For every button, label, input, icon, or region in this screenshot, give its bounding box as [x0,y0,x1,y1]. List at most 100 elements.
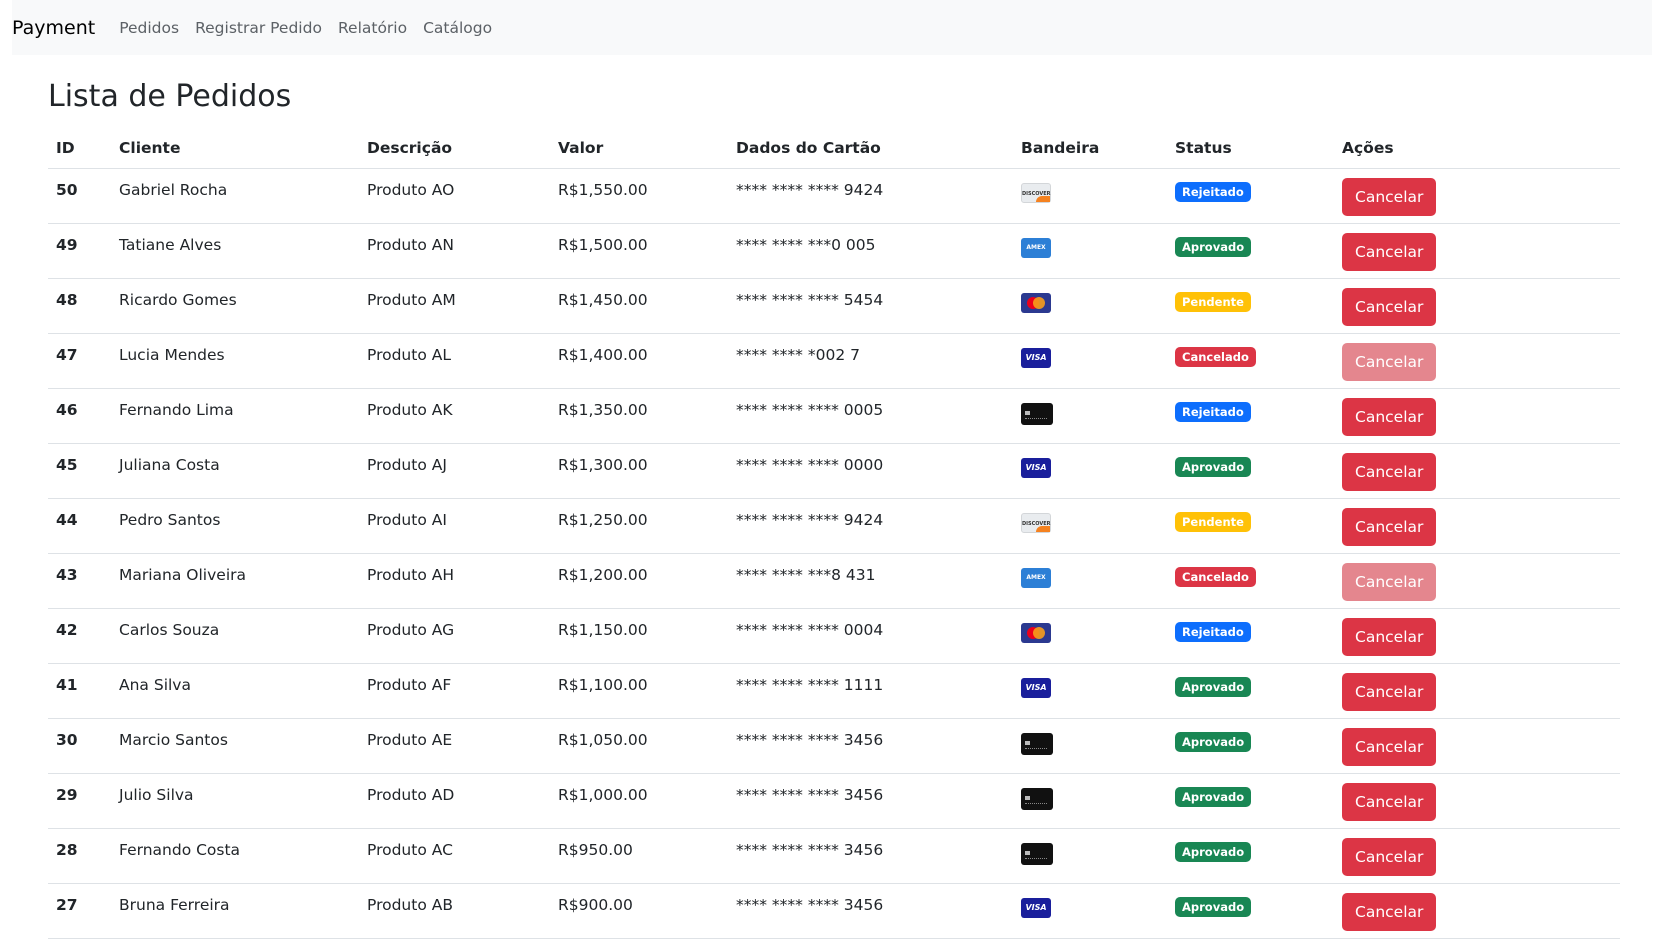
cell-id: 42 [48,608,111,664]
cell-valor: R$1,400.00 [550,333,728,389]
cell-cliente: Lucia Mendes [111,333,359,389]
cell-valor: R$1,350.00 [550,388,728,444]
brand-link[interactable]: Payment [12,17,95,39]
cell-acoes: Cancelar [1334,663,1620,719]
cell-id: 45 [48,443,111,499]
cell-cliente: Ana Silva [111,663,359,719]
cell-cliente: Mariana Oliveira [111,553,359,609]
cell-descricao: Produto AD [359,773,550,829]
main-container: Lista de Pedidos ID Cliente Descrição Va… [48,55,1620,939]
cell-status: Rejeitado [1167,168,1334,224]
cell-cliente: Fernando Lima [111,388,359,444]
cell-descricao: Produto AO [359,168,550,224]
cell-bandeira [1013,278,1167,334]
status-badge: Aprovado [1175,786,1252,807]
status-badge: Rejeitado [1175,181,1251,202]
table-row: 43 Mariana Oliveira Produto AH R$1,200.00 **… [48,553,1620,609]
cell-cartao: **** **** **** 9424 [728,498,1013,554]
cell-bandeira [1013,773,1167,829]
cancel-button[interactable]: Cancelar [1342,507,1437,546]
cell-acoes: Cancelar [1334,223,1620,279]
nav-link-registrar-pedido[interactable]: Registrar Pedido [195,19,322,37]
header-bandeira: Bandeira [1013,128,1167,169]
cancel-button[interactable]: Cancelar [1342,837,1437,876]
cell-acoes: Cancelar [1334,773,1620,829]
cell-status: Rejeitado [1167,608,1334,664]
cell-cliente: Gabriel Rocha [111,168,359,224]
cell-valor: R$1,100.00 [550,663,728,719]
status-badge: Aprovado [1175,731,1252,752]
cell-descricao: Produto AH [359,553,550,609]
table-row: 47 Lucia Mendes Produto AL R$1,400.00 **** *… [48,333,1620,389]
generic-card-icon [1021,732,1053,755]
discover-card-icon: DISCOVER [1021,182,1051,203]
table-row: 29 Julio Silva Produto AD R$1,000.00 **** **… [48,773,1620,829]
nav-link-pedidos[interactable]: Pedidos [119,19,179,37]
cancel-button[interactable]: Cancelar [1342,782,1437,821]
cell-descricao: Produto AG [359,608,550,664]
cancel-button[interactable]: Cancelar [1342,177,1437,216]
cell-bandeira: VISA [1013,883,1167,939]
table-row: 41 Ana Silva Produto AF R$1,100.00 **** ****… [48,663,1620,719]
cell-descricao: Produto AI [359,498,550,554]
status-badge: Rejeitado [1175,401,1251,422]
cell-bandeira [1013,718,1167,774]
status-badge: Pendente [1175,291,1251,312]
table-row: 50 Gabriel Rocha Produto AO R$1,550.00 **** … [48,168,1620,224]
cell-cliente: Julio Silva [111,773,359,829]
cell-id: 30 [48,718,111,774]
cell-id: 48 [48,278,111,334]
cell-cartao: **** **** ***0 005 [728,223,1013,279]
cell-cartao: **** **** **** 3456 [728,883,1013,939]
cell-descricao: Produto AK [359,388,550,444]
cell-cliente: Marcio Santos [111,718,359,774]
cell-status: Aprovado [1167,443,1334,499]
cancel-button[interactable]: Cancelar [1342,452,1437,491]
header-status: Status [1167,128,1334,169]
cell-valor: R$1,550.00 [550,168,728,224]
cell-id: 27 [48,883,111,939]
nav-link-catalogo[interactable]: Catálogo [423,19,492,37]
cell-id: 43 [48,553,111,609]
cell-descricao: Produto AF [359,663,550,719]
cell-acoes: Cancelar [1334,333,1620,389]
cell-cartao: **** **** ***8 431 [728,553,1013,609]
cell-id: 50 [48,168,111,224]
cell-valor: R$1,000.00 [550,773,728,829]
header-descricao: Descrição [359,128,550,169]
cell-status: Aprovado [1167,773,1334,829]
visa-card-icon: VISA [1021,457,1051,478]
cell-cliente: Juliana Costa [111,443,359,499]
cancel-button[interactable]: Cancelar [1342,727,1437,766]
nav-link-relatorio[interactable]: Relatório [338,19,407,37]
mastercard-circle-orange-icon [1033,296,1045,309]
cell-cartao: **** **** **** 3456 [728,718,1013,774]
cell-id: 46 [48,388,111,444]
cell-bandeira: DISCOVER [1013,168,1167,224]
cancel-button[interactable]: Cancelar [1342,287,1437,326]
cell-valor: R$1,050.00 [550,718,728,774]
cell-valor: R$1,250.00 [550,498,728,554]
cell-acoes: Cancelar [1334,718,1620,774]
cell-acoes: Cancelar [1334,443,1620,499]
cell-id: 49 [48,223,111,279]
cell-acoes: Cancelar [1334,883,1620,939]
cell-valor: R$1,200.00 [550,553,728,609]
cell-status: Aprovado [1167,828,1334,884]
status-badge: Pendente [1175,511,1251,532]
table-row: 49 Tatiane Alves Produto AN R$1,500.00 **** … [48,223,1620,279]
cell-cliente: Fernando Costa [111,828,359,884]
cancel-button[interactable]: Cancelar [1342,672,1437,711]
table-row: 27 Bruna Ferreira Produto AB R$900.00 **** *… [48,883,1620,939]
cancel-button[interactable]: Cancelar [1342,617,1437,656]
cell-cliente: Bruna Ferreira [111,883,359,939]
header-dados-cartao: Dados do Cartão [728,128,1013,169]
cell-cliente: Pedro Santos [111,498,359,554]
cancel-button[interactable]: Cancelar [1342,397,1437,436]
cell-acoes: Cancelar [1334,388,1620,444]
cancel-button[interactable]: Cancelar [1342,892,1437,931]
cell-valor: R$1,500.00 [550,223,728,279]
cancel-button[interactable]: Cancelar [1342,232,1437,271]
cell-id: 44 [48,498,111,554]
header-valor: Valor [550,128,728,169]
